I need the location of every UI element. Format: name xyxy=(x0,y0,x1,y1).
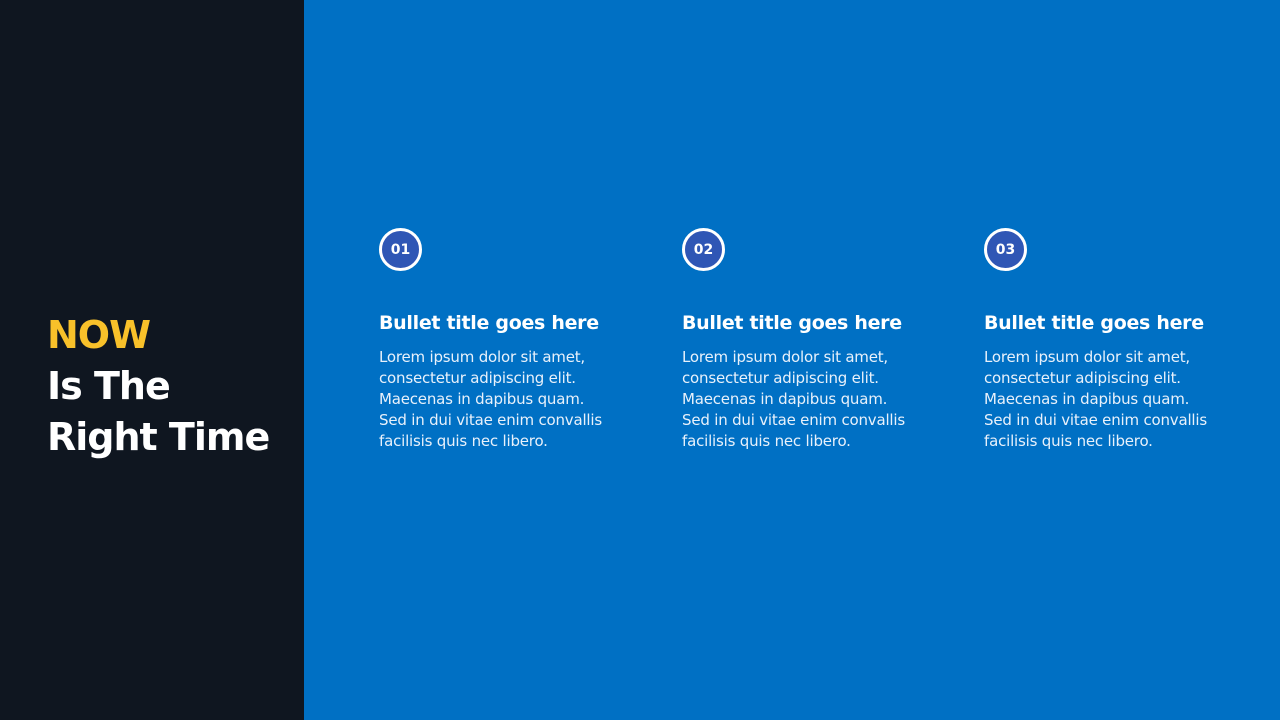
headline-line-2: Is The xyxy=(47,364,171,408)
bullet-body: Lorem ipsum dolor sit amet, consectetur … xyxy=(682,347,918,452)
body-line: facilisis quis nec libero. xyxy=(379,432,548,450)
body-line: facilisis quis nec libero. xyxy=(682,432,851,450)
number-badge: 03 xyxy=(984,228,1027,271)
bullet-title: Bullet title goes here xyxy=(682,312,902,334)
body-line: Maecenas in dapibus quam. xyxy=(984,390,1190,408)
body-line: consectetur adipiscing elit. xyxy=(379,369,576,387)
body-line: Sed in dui vitae enim convallis xyxy=(682,411,905,429)
bullet-title: Bullet title goes here xyxy=(984,312,1204,334)
number-badge: 01 xyxy=(379,228,422,271)
body-line: Lorem ipsum dolor sit amet, xyxy=(984,348,1190,366)
headline-line-3: Right Time xyxy=(47,415,270,459)
body-line: consectetur adipiscing elit. xyxy=(682,369,879,387)
bullet-column-1: 01 Bullet title goes here Lorem ipsum do… xyxy=(379,228,619,452)
body-line: Sed in dui vitae enim convallis xyxy=(379,411,602,429)
body-line: Maecenas in dapibus quam. xyxy=(379,390,585,408)
bullet-column-2: 02 Bullet title goes here Lorem ipsum do… xyxy=(682,228,922,452)
bullet-column-3: 03 Bullet title goes here Lorem ipsum do… xyxy=(984,228,1224,452)
bullet-body: Lorem ipsum dolor sit amet, consectetur … xyxy=(379,347,615,452)
body-line: Maecenas in dapibus quam. xyxy=(682,390,888,408)
body-line: facilisis quis nec libero. xyxy=(984,432,1153,450)
bullet-title: Bullet title goes here xyxy=(379,312,599,334)
number-badge: 02 xyxy=(682,228,725,271)
left-panel: NOW Is The Right Time xyxy=(0,0,304,720)
body-line: consectetur adipiscing elit. xyxy=(984,369,1181,387)
body-line: Sed in dui vitae enim convallis xyxy=(984,411,1207,429)
headline-accent: NOW xyxy=(47,313,151,357)
body-line: Lorem ipsum dolor sit amet, xyxy=(379,348,585,366)
headline: NOW Is The Right Time xyxy=(47,310,297,463)
body-line: Lorem ipsum dolor sit amet, xyxy=(682,348,888,366)
bullet-body: Lorem ipsum dolor sit amet, consectetur … xyxy=(984,347,1220,452)
